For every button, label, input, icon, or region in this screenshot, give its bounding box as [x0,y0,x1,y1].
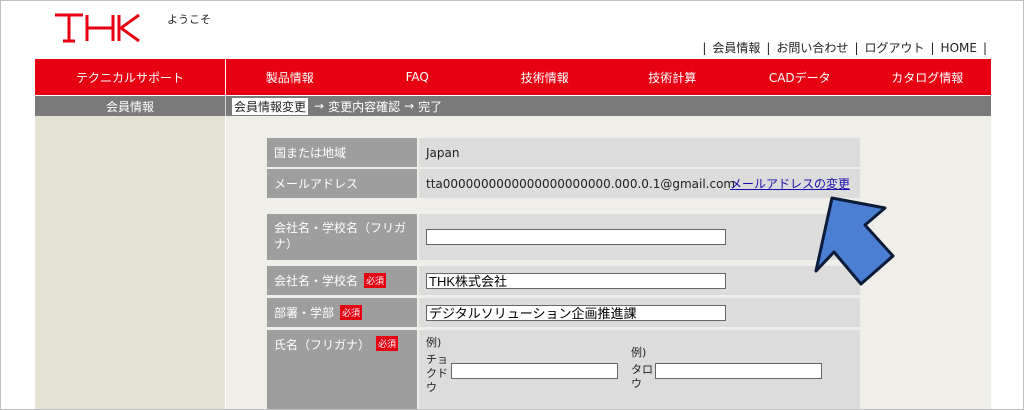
pointer-arrow-icon [814,196,895,286]
browser-page: ようこそ | 会員情報 | お問い合わせ | ログアウト | HOME | テク… [0,0,1024,410]
